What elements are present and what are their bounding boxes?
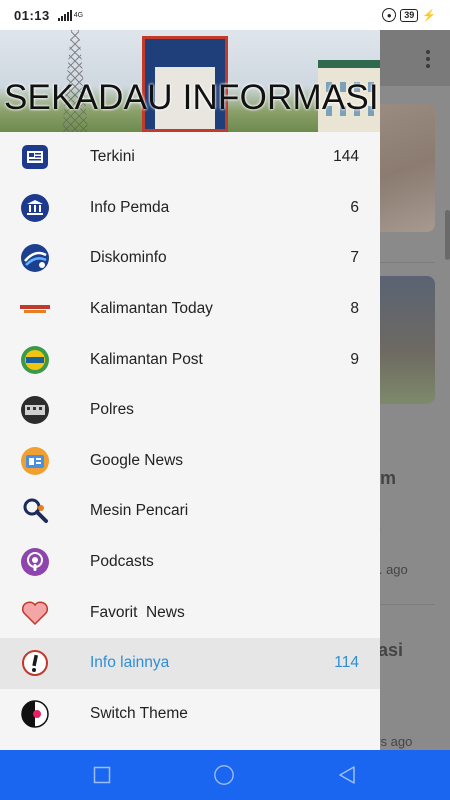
circle-icon — [214, 765, 234, 785]
info-exclamation-icon — [20, 648, 50, 678]
home-button[interactable] — [213, 764, 235, 786]
menu-item-label: Diskominfo — [90, 249, 167, 267]
menu-item-label: Terkini — [90, 148, 135, 166]
menu-item-polres[interactable]: Polres — [0, 385, 380, 436]
menu-item-info-pemda[interactable]: Info Pemda 6 — [0, 183, 380, 234]
menu-item-label: Kalimantan Today — [90, 300, 213, 318]
menu-item-kalimantan-today[interactable]: Kalimantan Today 8 — [0, 284, 380, 335]
square-icon — [93, 766, 111, 784]
back-triangle-icon — [339, 766, 355, 784]
network-type: 4G — [73, 11, 84, 19]
menu-item-count: 7 — [350, 249, 359, 267]
overflow-menu-icon — [426, 50, 430, 68]
navigation-drawer: SEKADAU INFORMASI Terkini 144 Info Pemda… — [0, 30, 380, 750]
menu-item-mesin-pencari[interactable]: Mesin Pencari — [0, 486, 380, 537]
recents-button[interactable] — [91, 764, 113, 786]
menu-item-label: Podcasts — [90, 553, 154, 571]
kalimantan-today-logo-icon — [20, 294, 50, 324]
theme-toggle-icon — [20, 699, 50, 729]
menu-item-label: Info Pemda — [90, 198, 170, 216]
divider — [380, 262, 435, 263]
menu-item-count: 6 — [350, 198, 359, 216]
menu-item-terkini[interactable]: Terkini 144 — [0, 132, 380, 183]
menu-item-label: Polres — [90, 401, 134, 419]
menu-item-label: Switch Theme — [90, 704, 188, 722]
heart-icon — [20, 598, 50, 628]
background-news-image — [380, 104, 435, 232]
divider — [380, 604, 435, 605]
menu-item-count: 8 — [350, 300, 359, 318]
status-time: 01:13 — [14, 7, 50, 23]
background-news-image — [380, 276, 435, 404]
back-button[interactable] — [336, 764, 358, 786]
scrollbar — [445, 210, 450, 260]
charging-icon: ⚡ — [422, 9, 436, 22]
menu-item-label: Google News — [90, 451, 184, 469]
menu-item-count: 9 — [350, 350, 359, 368]
status-bar: 01:13 4G ● 39 ⚡ — [0, 0, 450, 30]
drawer-title: SEKADAU INFORMASI — [4, 78, 379, 117]
menu-item-count: 144 — [333, 148, 359, 166]
background-headline-fragment: m — [380, 468, 397, 488]
menu-item-label: Favorit News — [90, 603, 185, 621]
background-headline-fragment: asi — [378, 640, 404, 660]
newspaper-icon — [20, 142, 50, 172]
rotation-lock-icon: ● — [382, 8, 397, 22]
government-building-icon — [20, 193, 50, 223]
search-engine-icon — [20, 496, 50, 526]
menu-item-count: 114 — [334, 654, 359, 672]
polres-building-icon — [20, 395, 50, 425]
menu-item-favorit-news[interactable]: Favorit News — [0, 587, 380, 638]
menu-item-google-news[interactable]: Google News — [0, 436, 380, 487]
menu-item-label: Info lainnya — [90, 654, 170, 672]
diskominfo-logo-icon — [20, 243, 50, 273]
kalimantan-post-logo-icon — [20, 345, 50, 375]
drawer-header: SEKADAU INFORMASI — [0, 30, 380, 132]
menu-item-label: Mesin Pencari — [90, 502, 189, 520]
menu-item-switch-theme[interactable]: Switch Theme — [0, 689, 380, 740]
background-toolbar — [380, 30, 450, 86]
signal-icon — [57, 9, 72, 21]
menu-item-kalimantan-post[interactable]: Kalimantan Post 9 — [0, 334, 380, 385]
background-app: m k f hr. ago asi ys ago — [368, 30, 450, 750]
google-news-icon — [20, 446, 50, 476]
battery-level: 39 — [400, 8, 419, 22]
menu-item-label: Kalimantan Post — [90, 350, 203, 368]
system-navigation-bar — [0, 750, 450, 800]
drawer-menu: Terkini 144 Info Pemda 6 Diskominfo 7 Ka… — [0, 132, 380, 739]
menu-item-info-lainnya[interactable]: Info lainnya 114 — [0, 637, 380, 689]
podcast-icon — [20, 547, 50, 577]
menu-item-diskominfo[interactable]: Diskominfo 7 — [0, 233, 380, 284]
menu-item-podcasts[interactable]: Podcasts — [0, 537, 380, 588]
